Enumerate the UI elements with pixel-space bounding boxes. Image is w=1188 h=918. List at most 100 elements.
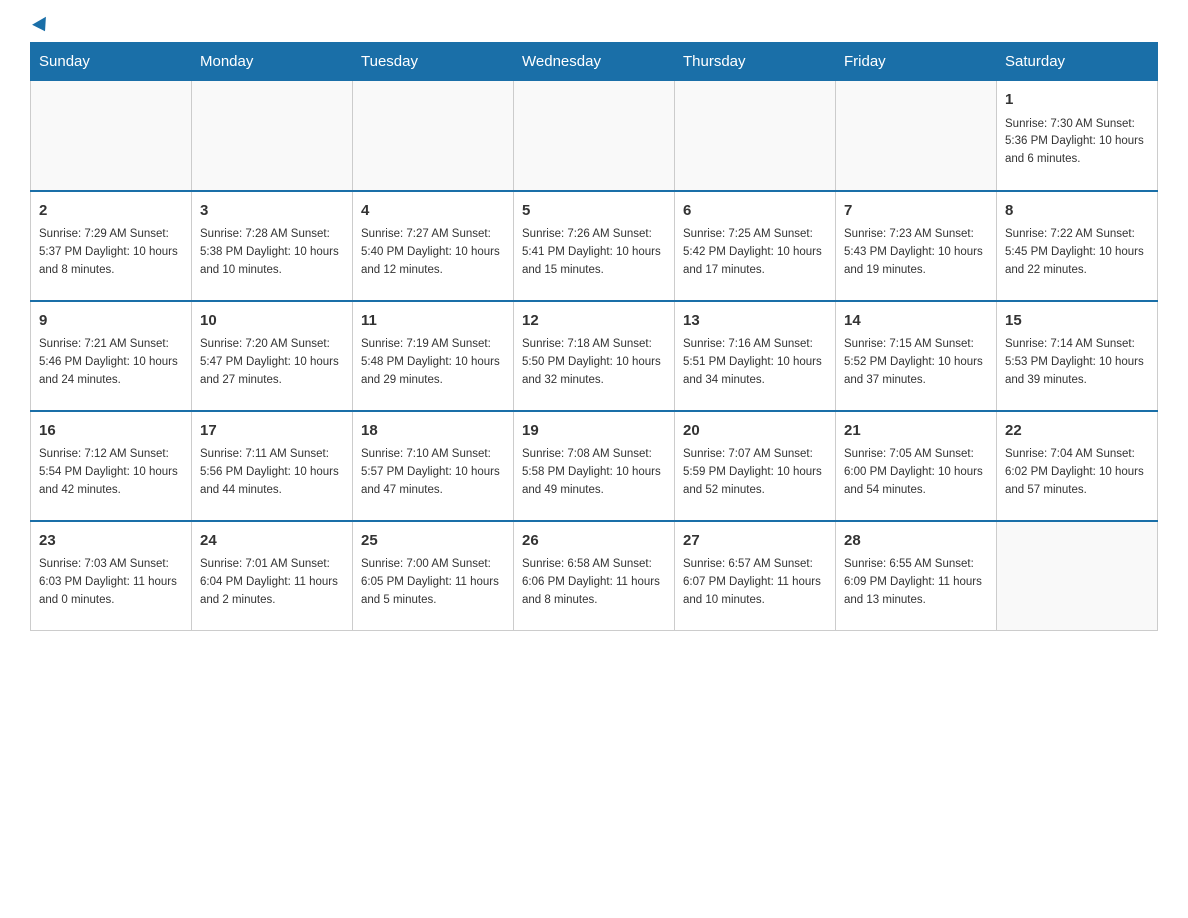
day-info: Sunrise: 7:22 AM Sunset: 5:45 PM Dayligh… [1005,226,1149,279]
calendar-cell [997,521,1158,631]
day-number: 15 [1005,310,1149,333]
day-info: Sunrise: 7:10 AM Sunset: 5:57 PM Dayligh… [361,446,505,499]
day-number: 2 [39,200,183,223]
logo-triangle-icon [32,17,52,35]
calendar-cell: 8 Sunrise: 7:22 AM Sunset: 5:45 PM Daylig… [997,191,1158,301]
calendar-header-row: SundayMondayTuesdayWednesdayThursdayFrid… [31,43,1158,81]
calendar-cell: 26 Sunrise: 6:58 AM Sunset: 6:06 PM Dayli… [514,521,675,631]
day-number: 17 [200,420,344,443]
day-info: Sunrise: 7:00 AM Sunset: 6:05 PM Dayligh… [361,556,505,609]
calendar-cell: 28 Sunrise: 6:55 AM Sunset: 6:09 PM Dayli… [836,521,997,631]
calendar-cell: 4 Sunrise: 7:27 AM Sunset: 5:40 PM Daylig… [353,191,514,301]
day-number: 16 [39,420,183,443]
day-number: 14 [844,310,988,333]
day-info: Sunrise: 6:57 AM Sunset: 6:07 PM Dayligh… [683,556,827,609]
day-info: Sunrise: 7:27 AM Sunset: 5:40 PM Dayligh… [361,226,505,279]
day-number: 26 [522,530,666,553]
calendar-cell: 17 Sunrise: 7:11 AM Sunset: 5:56 PM Dayli… [192,411,353,521]
calendar-cell: 19 Sunrise: 7:08 AM Sunset: 5:58 PM Dayli… [514,411,675,521]
day-number: 5 [522,200,666,223]
day-of-week-header: Wednesday [514,43,675,81]
day-info: Sunrise: 7:12 AM Sunset: 5:54 PM Dayligh… [39,446,183,499]
day-of-week-header: Saturday [997,43,1158,81]
day-number: 8 [1005,200,1149,223]
page-header [30,20,1158,32]
calendar-cell: 25 Sunrise: 7:00 AM Sunset: 6:05 PM Dayli… [353,521,514,631]
calendar-cell [836,81,997,191]
day-number: 24 [200,530,344,553]
day-info: Sunrise: 7:21 AM Sunset: 5:46 PM Dayligh… [39,336,183,389]
calendar-cell: 21Sunrise: 7:05 AM Sunset: 6:00 PM Dayli… [836,411,997,521]
day-number: 3 [200,200,344,223]
calendar-cell: 16 Sunrise: 7:12 AM Sunset: 5:54 PM Dayli… [31,411,192,521]
calendar-table: SundayMondayTuesdayWednesdayThursdayFrid… [30,42,1158,631]
calendar-cell: 1 Sunrise: 7:30 AM Sunset: 5:36 PM Daylig… [997,81,1158,191]
day-info: Sunrise: 7:23 AM Sunset: 5:43 PM Dayligh… [844,226,988,279]
day-info: Sunrise: 7:30 AM Sunset: 5:36 PM Dayligh… [1005,116,1149,169]
calendar-cell: 7 Sunrise: 7:23 AM Sunset: 5:43 PM Daylig… [836,191,997,301]
day-number: 23 [39,530,183,553]
day-number: 18 [361,420,505,443]
calendar-cell: 14 Sunrise: 7:15 AM Sunset: 5:52 PM Dayli… [836,301,997,411]
day-number: 7 [844,200,988,223]
calendar-cell: 3 Sunrise: 7:28 AM Sunset: 5:38 PM Daylig… [192,191,353,301]
day-info: Sunrise: 6:58 AM Sunset: 6:06 PM Dayligh… [522,556,666,609]
day-number: 4 [361,200,505,223]
day-number: 21 [844,420,988,443]
day-of-week-header: Thursday [675,43,836,81]
day-of-week-header: Sunday [31,43,192,81]
calendar-week-row: 1 Sunrise: 7:30 AM Sunset: 5:36 PM Daylig… [31,81,1158,191]
calendar-cell [192,81,353,191]
calendar-cell: 24 Sunrise: 7:01 AM Sunset: 6:04 PM Dayli… [192,521,353,631]
day-info: Sunrise: 7:08 AM Sunset: 5:58 PM Dayligh… [522,446,666,499]
calendar-cell: 27 Sunrise: 6:57 AM Sunset: 6:07 PM Dayli… [675,521,836,631]
calendar-cell: 2 Sunrise: 7:29 AM Sunset: 5:37 PM Daylig… [31,191,192,301]
calendar-cell [353,81,514,191]
day-info: Sunrise: 7:11 AM Sunset: 5:56 PM Dayligh… [200,446,344,499]
day-info: Sunrise: 7:20 AM Sunset: 5:47 PM Dayligh… [200,336,344,389]
day-info: Sunrise: 7:01 AM Sunset: 6:04 PM Dayligh… [200,556,344,609]
calendar-cell: 23 Sunrise: 7:03 AM Sunset: 6:03 PM Dayli… [31,521,192,631]
calendar-cell: 9 Sunrise: 7:21 AM Sunset: 5:46 PM Daylig… [31,301,192,411]
day-info: Sunrise: 7:07 AM Sunset: 5:59 PM Dayligh… [683,446,827,499]
day-number: 28 [844,530,988,553]
logo [30,20,50,32]
calendar-cell: 10 Sunrise: 7:20 AM Sunset: 5:47 PM Dayli… [192,301,353,411]
calendar-week-row: 16 Sunrise: 7:12 AM Sunset: 5:54 PM Dayli… [31,411,1158,521]
calendar-cell: 20 Sunrise: 7:07 AM Sunset: 5:59 PM Dayli… [675,411,836,521]
day-info: Sunrise: 7:29 AM Sunset: 5:37 PM Dayligh… [39,226,183,279]
calendar-cell: 18 Sunrise: 7:10 AM Sunset: 5:57 PM Dayli… [353,411,514,521]
day-info: Sunrise: 7:15 AM Sunset: 5:52 PM Dayligh… [844,336,988,389]
day-number: 22 [1005,420,1149,443]
calendar-cell: 13Sunrise: 7:16 AM Sunset: 5:51 PM Dayli… [675,301,836,411]
day-number: 9 [39,310,183,333]
calendar-week-row: 9 Sunrise: 7:21 AM Sunset: 5:46 PM Daylig… [31,301,1158,411]
calendar-cell: 5 Sunrise: 7:26 AM Sunset: 5:41 PM Daylig… [514,191,675,301]
day-number: 27 [683,530,827,553]
day-number: 10 [200,310,344,333]
day-number: 20 [683,420,827,443]
day-number: 19 [522,420,666,443]
calendar-cell: 6Sunrise: 7:25 AM Sunset: 5:42 PM Daylig… [675,191,836,301]
day-info: Sunrise: 7:03 AM Sunset: 6:03 PM Dayligh… [39,556,183,609]
day-info: Sunrise: 7:25 AM Sunset: 5:42 PM Dayligh… [683,226,827,279]
day-info: Sunrise: 7:16 AM Sunset: 5:51 PM Dayligh… [683,336,827,389]
day-of-week-header: Tuesday [353,43,514,81]
day-number: 11 [361,310,505,333]
day-info: Sunrise: 7:18 AM Sunset: 5:50 PM Dayligh… [522,336,666,389]
calendar-week-row: 2 Sunrise: 7:29 AM Sunset: 5:37 PM Daylig… [31,191,1158,301]
day-info: Sunrise: 7:26 AM Sunset: 5:41 PM Dayligh… [522,226,666,279]
calendar-cell: 12 Sunrise: 7:18 AM Sunset: 5:50 PM Dayli… [514,301,675,411]
day-info: Sunrise: 6:55 AM Sunset: 6:09 PM Dayligh… [844,556,988,609]
calendar-cell: 11 Sunrise: 7:19 AM Sunset: 5:48 PM Dayli… [353,301,514,411]
day-info: Sunrise: 7:19 AM Sunset: 5:48 PM Dayligh… [361,336,505,389]
day-of-week-header: Friday [836,43,997,81]
day-number: 12 [522,310,666,333]
day-info: Sunrise: 7:28 AM Sunset: 5:38 PM Dayligh… [200,226,344,279]
day-number: 25 [361,530,505,553]
calendar-week-row: 23 Sunrise: 7:03 AM Sunset: 6:03 PM Dayli… [31,521,1158,631]
day-info: Sunrise: 7:14 AM Sunset: 5:53 PM Dayligh… [1005,336,1149,389]
calendar-cell [675,81,836,191]
day-number: 1 [1005,89,1149,112]
calendar-cell [31,81,192,191]
